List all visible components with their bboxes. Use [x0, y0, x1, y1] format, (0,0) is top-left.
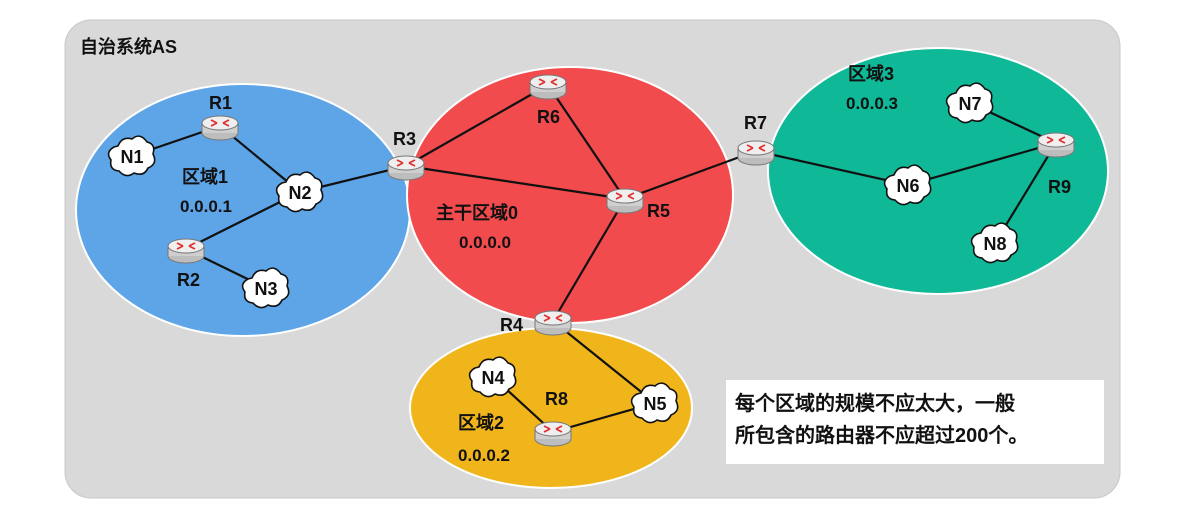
note-line-2: 所包含的路由器不应超过200个。 [735, 423, 1028, 447]
router-r1-label: R1 [209, 93, 232, 113]
network-n4-label: N4 [481, 368, 504, 388]
router-r5-icon [606, 188, 644, 214]
router-r7-label: R7 [744, 113, 767, 133]
router-r2-icon [167, 238, 205, 264]
area-2-id: 0.0.0.2 [458, 446, 510, 465]
network-n5-label: N5 [643, 394, 666, 414]
router-r3-label: R3 [393, 129, 416, 149]
note-line-1: 每个区域的规模不应太大，一般 [735, 391, 1015, 415]
router-r1-icon [201, 115, 239, 141]
diagram-stage: 自治系统AS N1 N2 N3 N4 N5 N6 N7 N8 R1 R2 R3 … [0, 0, 1180, 525]
router-r9-icon [1037, 132, 1075, 158]
router-r2-label: R2 [177, 270, 200, 290]
router-r4-label: R4 [500, 315, 523, 335]
router-r6-icon [529, 74, 567, 100]
network-n8-label: N8 [983, 234, 1006, 254]
router-r8-icon [534, 421, 572, 447]
area-0-name: 主干区域0 [436, 202, 518, 223]
area-1 [75, 83, 411, 337]
network-n6-label: N6 [896, 176, 919, 196]
router-r4-icon [534, 310, 572, 336]
area-3-name: 区域3 [848, 63, 894, 84]
area-3-id: 0.0.0.3 [846, 94, 898, 113]
area-1-name: 区域1 [182, 166, 228, 187]
router-r3-icon [387, 155, 425, 181]
area-0-id: 0.0.0.0 [459, 233, 511, 252]
router-r9-label: R9 [1048, 177, 1071, 197]
area-3 [767, 47, 1109, 295]
network-n1-label: N1 [120, 147, 143, 167]
network-n2-label: N2 [288, 183, 311, 203]
router-r6-label: R6 [537, 107, 560, 127]
ospf-area-diagram: 自治系统AS N1 N2 N3 N4 N5 N6 N7 N8 R1 R2 R3 … [64, 19, 1121, 499]
router-r5-label: R5 [647, 201, 670, 221]
router-r8-label: R8 [545, 389, 568, 409]
network-n3-label: N3 [254, 279, 277, 299]
area-2-name: 区域2 [458, 412, 504, 433]
area-0-backbone [406, 66, 734, 324]
router-r7-icon [737, 140, 775, 166]
as-title: 自治系统AS [80, 36, 177, 57]
network-n7-label: N7 [958, 94, 981, 114]
area-1-id: 0.0.0.1 [180, 197, 232, 216]
